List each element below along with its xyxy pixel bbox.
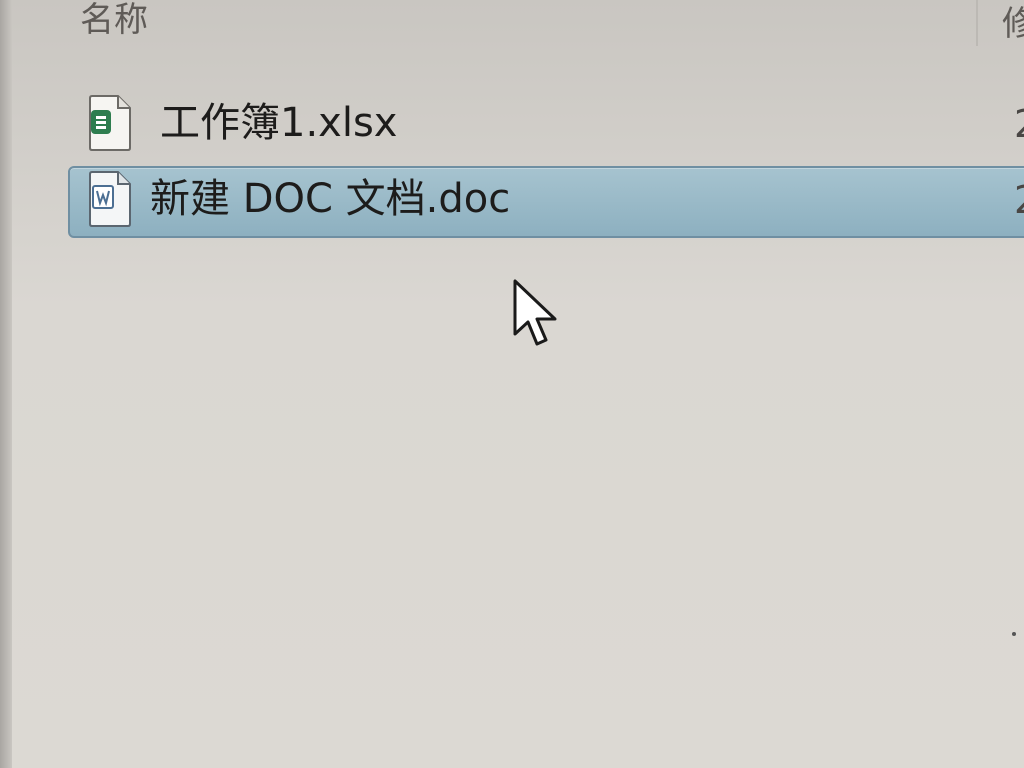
file-date-modified: 2 [1014,176,1024,224]
file-row[interactable]: 工作簿1.xlsx 2 [68,92,1024,158]
file-name[interactable]: 新建 DOC 文档.doc [150,174,510,224]
document-icon [89,171,131,227]
column-header-name[interactable]: 名称 [80,0,148,40]
screen-speck [1012,632,1016,636]
pane-left-edge [0,0,12,768]
file-list-pane[interactable]: 名称 修 工作簿1.xlsx 2 新建 DOC 文档.doc 2 [12,0,1024,768]
spreadsheet-icon [89,95,131,151]
column-header-modified[interactable]: 修 [1002,4,1024,44]
file-date-modified: 2 [1014,100,1024,148]
column-divider[interactable] [976,0,978,46]
mouse-pointer-icon [513,279,557,346]
file-name[interactable]: 工作簿1.xlsx [160,98,397,148]
column-header-row: 名称 修 [12,0,1024,60]
file-row-selected[interactable]: 新建 DOC 文档.doc 2 [68,166,1024,238]
